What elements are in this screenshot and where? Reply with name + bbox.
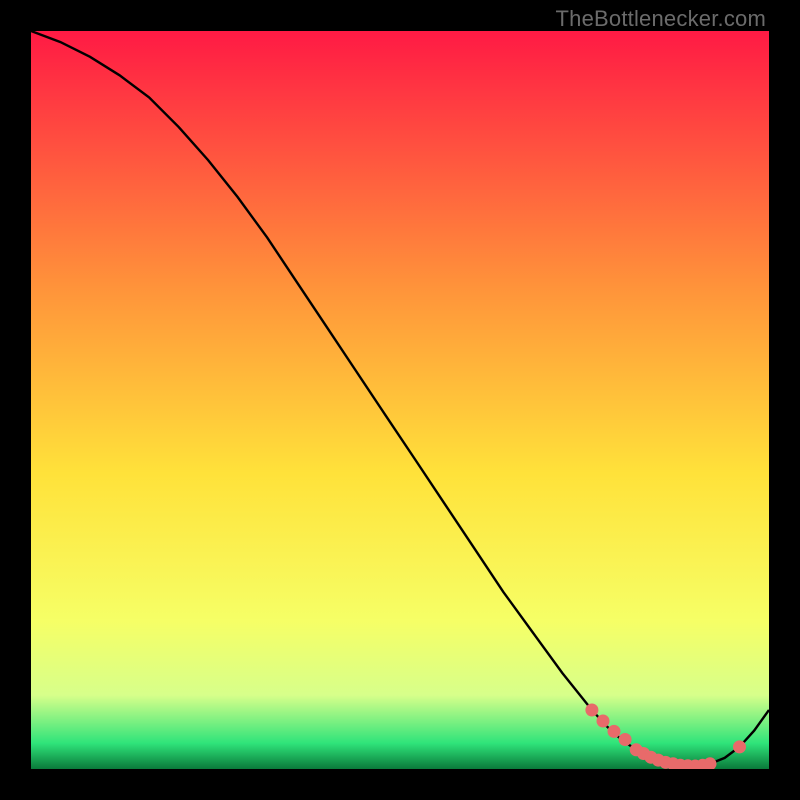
marker-dot (585, 704, 598, 717)
chart-svg (31, 31, 769, 769)
gradient-background (31, 31, 769, 769)
chart-frame (31, 31, 769, 769)
marker-dot (608, 725, 621, 738)
marker-dot (619, 733, 632, 746)
marker-dot (597, 715, 610, 728)
marker-dot (733, 740, 746, 753)
watermark-text: TheBottlenecker.com (556, 6, 766, 32)
